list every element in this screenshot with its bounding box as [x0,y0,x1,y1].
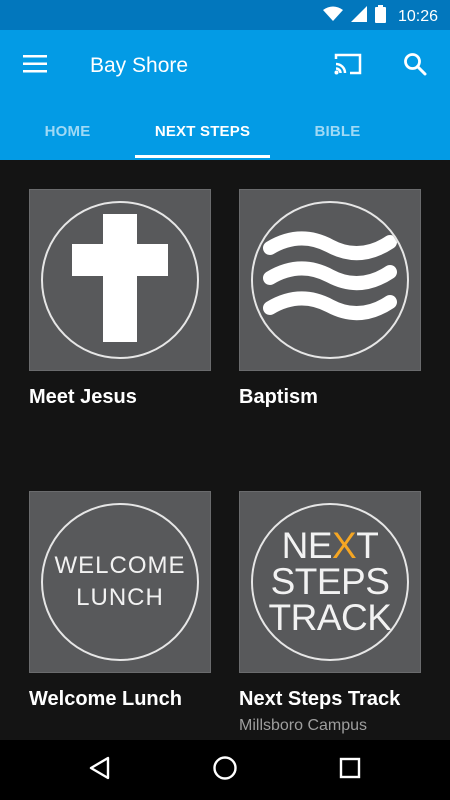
back-triangle-icon [89,756,111,785]
tab-indicator [135,155,270,158]
home-circle-icon [212,755,238,786]
card-thumbnail: WELCOME LUNCH [29,491,211,673]
logo-highlight: X [332,525,357,566]
back-button[interactable] [80,752,120,788]
cross-logo [41,201,199,359]
battery-icon [374,5,386,28]
cast-button[interactable] [330,50,366,82]
status-time: 10:26 [397,7,438,25]
logo-line: WELCOME [54,552,186,579]
logo-part: T [356,525,379,566]
cross-icon [72,213,168,347]
tab-bar: HOME NEXT STEPS BIBLE [0,102,450,160]
card-thumbnail: NEXT STEPS TRACK [239,491,421,673]
tab-next-steps[interactable]: NEXT STEPS [135,102,270,160]
waves-logo [251,201,409,359]
card-welcome-lunch[interactable]: WELCOME LUNCH Welcome Lunch [29,491,211,711]
app-title: Bay Shore [90,54,189,77]
next-steps-track-logo: NEXT STEPS TRACK [251,503,409,661]
logo-line: TRACK [268,597,392,638]
recents-square-icon [339,757,361,784]
signal-icon [350,6,367,27]
next-steps-grid: Meet Jesus Baptism WELCOME LUNCH Welcome… [0,160,450,740]
app-bar: Bay Shore [0,30,450,102]
waves-icon [260,228,400,333]
card-thumbnail [29,189,211,371]
menu-button[interactable] [18,51,52,81]
card-thumbnail [239,189,421,371]
system-nav-bar [0,740,450,800]
card-meet-jesus[interactable]: Meet Jesus [29,189,211,409]
card-next-steps-track[interactable]: NEXT STEPS TRACK Next Steps Track Millsb… [239,491,421,735]
welcome-lunch-logo: WELCOME LUNCH [41,503,199,661]
cast-icon [333,52,363,81]
logo-line: LUNCH [76,584,164,611]
card-title: Welcome Lunch [29,688,182,710]
wifi-icon [322,6,343,27]
card-title: Next Steps Track [239,688,401,710]
home-button[interactable] [205,752,245,788]
card-title: Meet Jesus [29,386,137,408]
logo-line: STEPS [270,561,390,602]
tab-home[interactable]: HOME [0,102,135,160]
tab-bible[interactable]: BIBLE [270,102,405,160]
logo-part: NE [281,525,333,566]
card-title: Baptism [239,386,318,408]
search-button[interactable] [398,50,432,82]
search-icon [403,52,427,81]
card-subtitle: Millsboro Campus [239,717,368,734]
recents-button[interactable] [330,752,370,788]
status-bar: 10:26 [0,0,450,30]
card-baptism[interactable]: Baptism [239,189,421,409]
hamburger-icon [23,54,47,78]
